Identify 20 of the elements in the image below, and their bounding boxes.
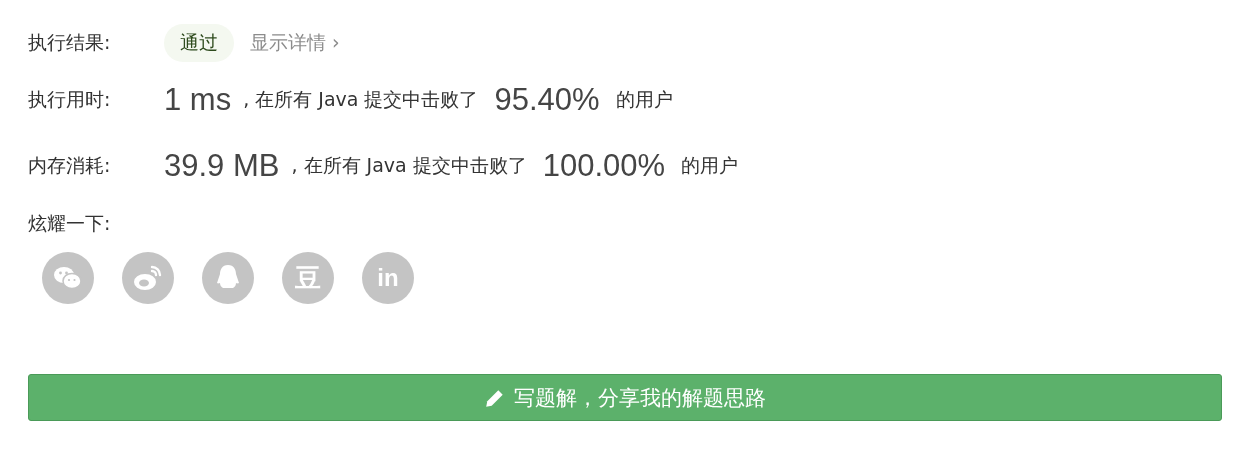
stat-percent: 100.00% (542, 148, 666, 184)
status-badge: 通过 (164, 24, 234, 62)
share-label: 炫耀一下: (28, 211, 112, 236)
stat-suffix: 的用户 (615, 87, 673, 112)
stat-text: , 在所有 Java 提交中击败了 (243, 87, 479, 112)
chat-bubbles-icon[interactable] (42, 252, 94, 304)
eye-waves-icon[interactable] (122, 252, 174, 304)
stat-label: 内存消耗: (28, 153, 112, 178)
stat-value: 1 ms (164, 82, 232, 118)
write-solution-button[interactable]: 写题解，分享我的解题思路 (28, 374, 1222, 421)
linkedin-icon[interactable]: in (362, 252, 414, 304)
stat-text: , 在所有 Java 提交中击败了 (291, 153, 527, 178)
stat-percent: 95.40% (494, 82, 600, 118)
result-label: 执行结果: (28, 30, 112, 55)
stat-value: 39.9 MB (164, 148, 280, 184)
stat-suffix: 的用户 (681, 153, 739, 178)
details-link[interactable]: 显示详情 › (250, 30, 340, 56)
stat-label: 执行用时: (28, 87, 112, 112)
douban-icon[interactable]: 豆 (282, 252, 334, 304)
penguin-icon[interactable] (202, 252, 254, 304)
